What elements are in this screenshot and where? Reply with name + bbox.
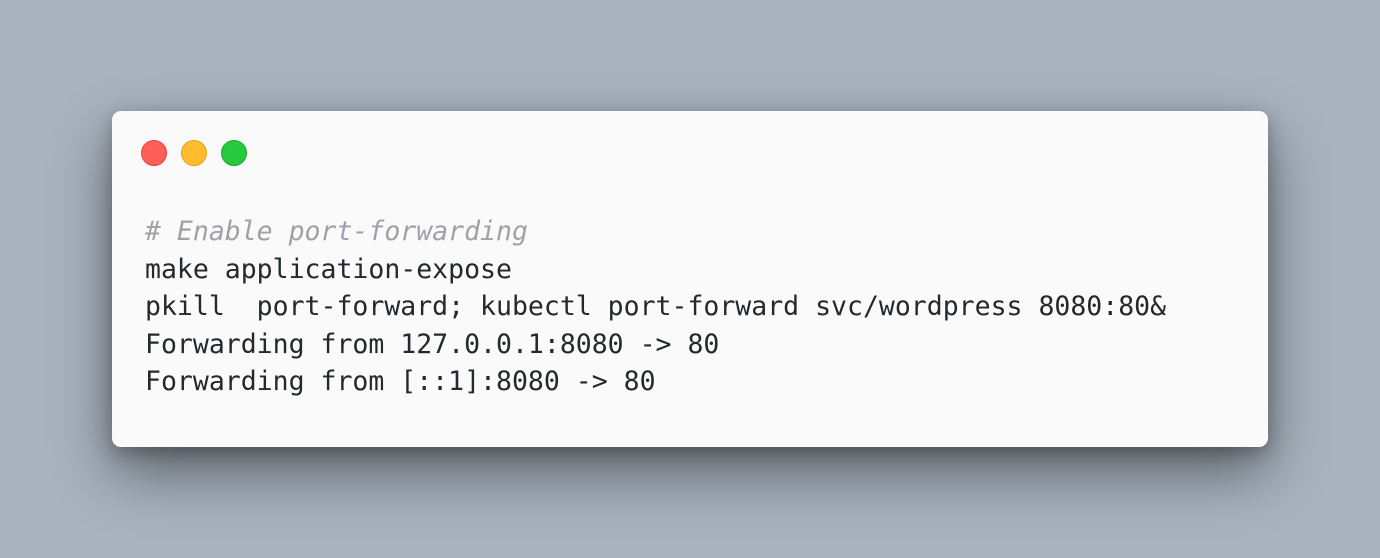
terminal-window: # Enable port-forwarding make application…: [112, 111, 1268, 447]
maximize-button[interactable]: [221, 140, 247, 166]
code-line: make application-expose: [145, 253, 512, 285]
close-button[interactable]: [141, 140, 167, 166]
output-line: Forwarding from [::1]:8080 -> 80: [145, 366, 656, 397]
minimize-button[interactable]: [181, 140, 207, 166]
code-block: # Enable port-forwarding make application…: [145, 213, 1166, 401]
output-line: Forwarding from 127.0.0.1:8080 -> 80: [145, 328, 720, 360]
code-comment: # Enable port-forwarding: [145, 216, 528, 247]
code-line: pkill port-forward; kubectl port-forward…: [145, 291, 1167, 322]
